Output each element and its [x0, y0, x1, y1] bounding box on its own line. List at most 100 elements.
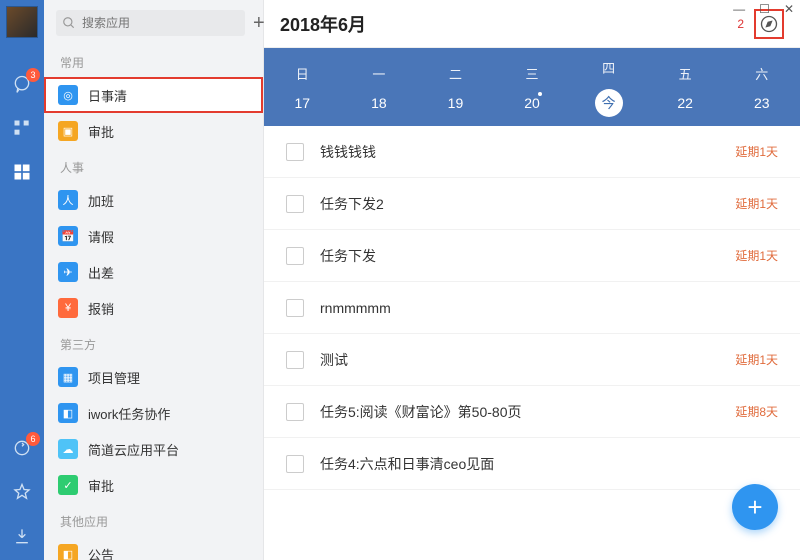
- app-icon: ▣: [58, 121, 78, 141]
- app-icon: ✈: [58, 262, 78, 282]
- task-row[interactable]: rnmmmmm: [264, 282, 800, 334]
- close-button[interactable]: ✕: [784, 2, 794, 16]
- task-list[interactable]: 钱钱钱钱延期1天任务下发2延期1天任务下发延期1天rnmmmmm测试延期1天任务…: [264, 126, 800, 560]
- add-task-fab[interactable]: +: [732, 484, 778, 530]
- app-icon: 📅: [58, 226, 78, 246]
- task-row[interactable]: 钱钱钱钱延期1天: [264, 126, 800, 178]
- day-number: 18: [371, 95, 387, 111]
- day-number: 23: [754, 95, 770, 111]
- sidebar-item[interactable]: ◎日事清1: [44, 77, 263, 113]
- sidebar-item[interactable]: ▦项目管理: [44, 359, 263, 395]
- task-checkbox[interactable]: [286, 455, 304, 473]
- app-icon: ◧: [58, 544, 78, 560]
- search-input[interactable]: [56, 10, 245, 36]
- task-row[interactable]: 任务5:阅读《财富论》第50-80页延期8天: [264, 386, 800, 438]
- avatar[interactable]: [6, 6, 38, 38]
- day-column[interactable]: 一 18: [341, 48, 418, 126]
- day-of-week: 六: [755, 64, 768, 83]
- day-column[interactable]: 日17: [264, 48, 341, 126]
- sidebar-item-label: 审批: [88, 122, 114, 141]
- event-dot: [538, 92, 542, 96]
- day-of-week: 四: [602, 58, 615, 77]
- task-tag: 延期1天: [735, 143, 778, 160]
- sidebar-item-label: iwork任务协作: [88, 404, 170, 423]
- task-row[interactable]: 任务4:六点和日事清ceo见面: [264, 438, 800, 490]
- task-row[interactable]: 任务下发2延期1天: [264, 178, 800, 230]
- day-of-week: 三: [526, 64, 539, 83]
- day-of-week: 二: [449, 64, 462, 83]
- task-tag: 延期8天: [735, 403, 778, 420]
- task-checkbox[interactable]: [286, 195, 304, 213]
- day-of-week: 五: [679, 64, 692, 83]
- maximize-button[interactable]: ☐: [759, 2, 770, 16]
- add-app-button[interactable]: +: [253, 10, 265, 36]
- sidebar-item[interactable]: ◧ 公告: [44, 536, 263, 560]
- sidebar-item[interactable]: ☁简道云应用平台: [44, 431, 263, 467]
- app-icon: ☁: [58, 439, 78, 459]
- task-title: 任务4:六点和日事清ceo见面: [320, 454, 778, 474]
- sidebar-item[interactable]: 📅请假: [44, 218, 263, 254]
- app-root: 3 6 + 常用◎日事清1▣审批人事人加班📅请假✈出差¥报销第三方▦项目管理◧i…: [0, 0, 800, 560]
- task-checkbox[interactable]: [286, 351, 304, 369]
- sidebar-item[interactable]: ✈ 出差: [44, 254, 263, 290]
- task-title: 任务5:阅读《财富论》第50-80页: [320, 402, 735, 422]
- task-row[interactable]: 任务下发延期1天: [264, 230, 800, 282]
- header: 2018年6月 2: [264, 0, 800, 48]
- app-icon: ¥: [58, 298, 78, 318]
- chat-badge: 3: [26, 68, 40, 82]
- window-controls: — ☐ ✕: [733, 2, 794, 16]
- task-tag: 延期1天: [735, 195, 778, 212]
- sidebar-item-label: 日事清: [88, 86, 127, 105]
- task-checkbox[interactable]: [286, 403, 304, 421]
- apps-icon[interactable]: [12, 118, 32, 138]
- day-number: 22: [677, 95, 693, 111]
- sidebar-item-label: 加班: [88, 191, 114, 210]
- section-title: 第三方: [44, 326, 263, 359]
- task-title: 测试: [320, 350, 735, 370]
- day-number: 今: [595, 89, 623, 117]
- chat-icon[interactable]: 3: [12, 74, 32, 94]
- day-column[interactable]: 四今: [570, 48, 647, 126]
- update-badge: 6: [26, 432, 40, 446]
- task-row[interactable]: 测试延期1天: [264, 334, 800, 386]
- day-column[interactable]: 二 19: [417, 48, 494, 126]
- task-title: rnmmmmm: [320, 300, 778, 316]
- day-column[interactable]: 六 23: [723, 48, 800, 126]
- sidebar-item[interactable]: ▣ 审批: [44, 113, 263, 149]
- refresh-icon[interactable]: 6: [12, 438, 32, 458]
- sidebar-item[interactable]: ✓ 审批: [44, 467, 263, 503]
- day-number: 20: [524, 95, 540, 111]
- sidebar-item[interactable]: ¥报销: [44, 290, 263, 326]
- task-checkbox[interactable]: [286, 299, 304, 317]
- task-checkbox[interactable]: [286, 143, 304, 161]
- sidebar-item-label: 审批: [88, 476, 114, 495]
- download-icon[interactable]: [12, 526, 32, 546]
- app-icon: ◎: [58, 85, 78, 105]
- day-column[interactable]: 三 20: [494, 48, 571, 126]
- app-icon: ✓: [58, 475, 78, 495]
- task-tag: 延期1天: [735, 247, 778, 264]
- sidebar-item-label: 公告: [88, 545, 114, 560]
- day-of-week: 一: [372, 64, 385, 83]
- sidebar-item[interactable]: 人加班: [44, 182, 263, 218]
- header-marker: 2: [737, 17, 744, 31]
- left-rail: 3 6: [0, 0, 44, 560]
- day-number: 19: [448, 95, 464, 111]
- grid-icon[interactable]: [12, 162, 32, 182]
- star-icon[interactable]: [12, 482, 32, 502]
- sidebar-item-label: 项目管理: [88, 368, 140, 387]
- week-row: 日17 一 18 二 19 三 20 四今 五 22 六 23: [264, 48, 800, 126]
- day-column[interactable]: 五 22: [647, 48, 724, 126]
- minimize-button[interactable]: —: [733, 2, 745, 16]
- sidebar: + 常用◎日事清1▣审批人事人加班📅请假✈出差¥报销第三方▦项目管理◧iwork…: [44, 0, 264, 560]
- sidebar-item-label: 出差: [88, 263, 114, 282]
- section-title: 其他应用: [44, 503, 263, 536]
- day-number: 17: [295, 95, 311, 111]
- task-title: 任务下发2: [320, 194, 735, 214]
- page-title: 2018年6月: [280, 11, 366, 37]
- task-title: 任务下发: [320, 246, 735, 266]
- task-checkbox[interactable]: [286, 247, 304, 265]
- search-row: +: [44, 10, 263, 44]
- main: — ☐ ✕ 2018年6月 2 日17 一 18 二 19 三 20 四今 五 22 六 23 钱钱钱…: [264, 0, 800, 560]
- sidebar-item[interactable]: ◧iwork任务协作: [44, 395, 263, 431]
